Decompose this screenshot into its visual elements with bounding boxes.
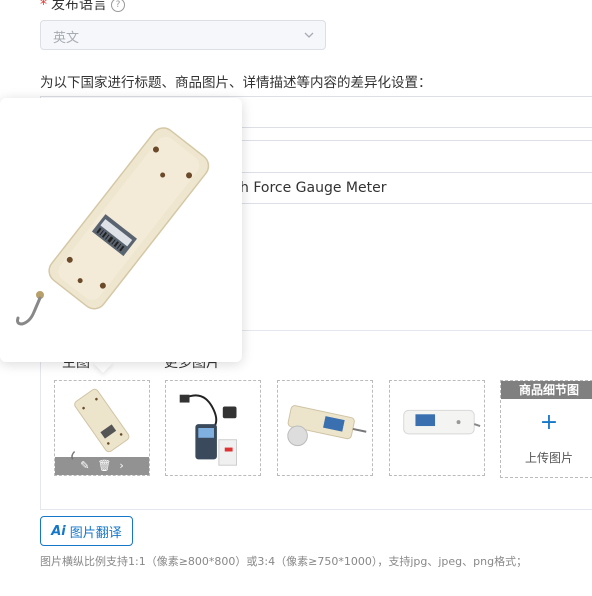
title-input-value: h Force Gauge Meter xyxy=(240,180,387,196)
question-circle-icon[interactable]: ? xyxy=(111,0,125,12)
gauge-front-image xyxy=(403,409,481,435)
delete-icon[interactable]: 🗑 xyxy=(97,457,111,475)
next-icon[interactable]: › xyxy=(119,457,123,475)
image-translate-button[interactable]: Ai 图片翻译 xyxy=(40,516,133,546)
differentiation-label: 为以下国家进行标题、商品图片、详情描述等内容的差异化设置： xyxy=(40,75,432,91)
gauge-front-image-thumb[interactable] xyxy=(389,380,485,476)
main-image-thumb[interactable]: ✎ 🗑 › xyxy=(54,380,150,476)
force-gauge-preview-image xyxy=(16,127,210,326)
gauge-side-image xyxy=(287,405,367,447)
gauge-kit-image xyxy=(179,394,237,466)
plus-icon: + xyxy=(539,410,559,435)
detail-image-title: 商品细节图 xyxy=(501,381,592,399)
image-preview-popover xyxy=(0,98,242,362)
kit-image-thumb[interactable] xyxy=(165,380,261,476)
publish-language-label: * 发布语言? xyxy=(40,0,125,14)
image-translate-label: 图片翻译 xyxy=(69,525,122,541)
detail-image-upload[interactable]: 商品细节图 + 上传图片 xyxy=(500,380,592,478)
edit-icon[interactable]: ✎ xyxy=(80,457,89,475)
language-select-value: 英文 xyxy=(53,31,80,46)
thumb-toolbar: ✎ 🗑 › xyxy=(55,457,149,475)
publish-language-text: 发布语言 xyxy=(51,0,107,13)
required-mark: * xyxy=(40,0,47,13)
chevron-down-icon xyxy=(304,32,314,38)
language-select[interactable]: 英文 xyxy=(40,20,326,50)
image-format-hint: 图片横纵比例支持1:1（像素≥800*800）或3:4（像素≥750*1000）… xyxy=(40,555,528,568)
upload-image-label: 上传图片 xyxy=(524,451,573,465)
ai-icon: Ai xyxy=(51,523,66,539)
gauge-side-image-thumb[interactable] xyxy=(277,380,373,476)
